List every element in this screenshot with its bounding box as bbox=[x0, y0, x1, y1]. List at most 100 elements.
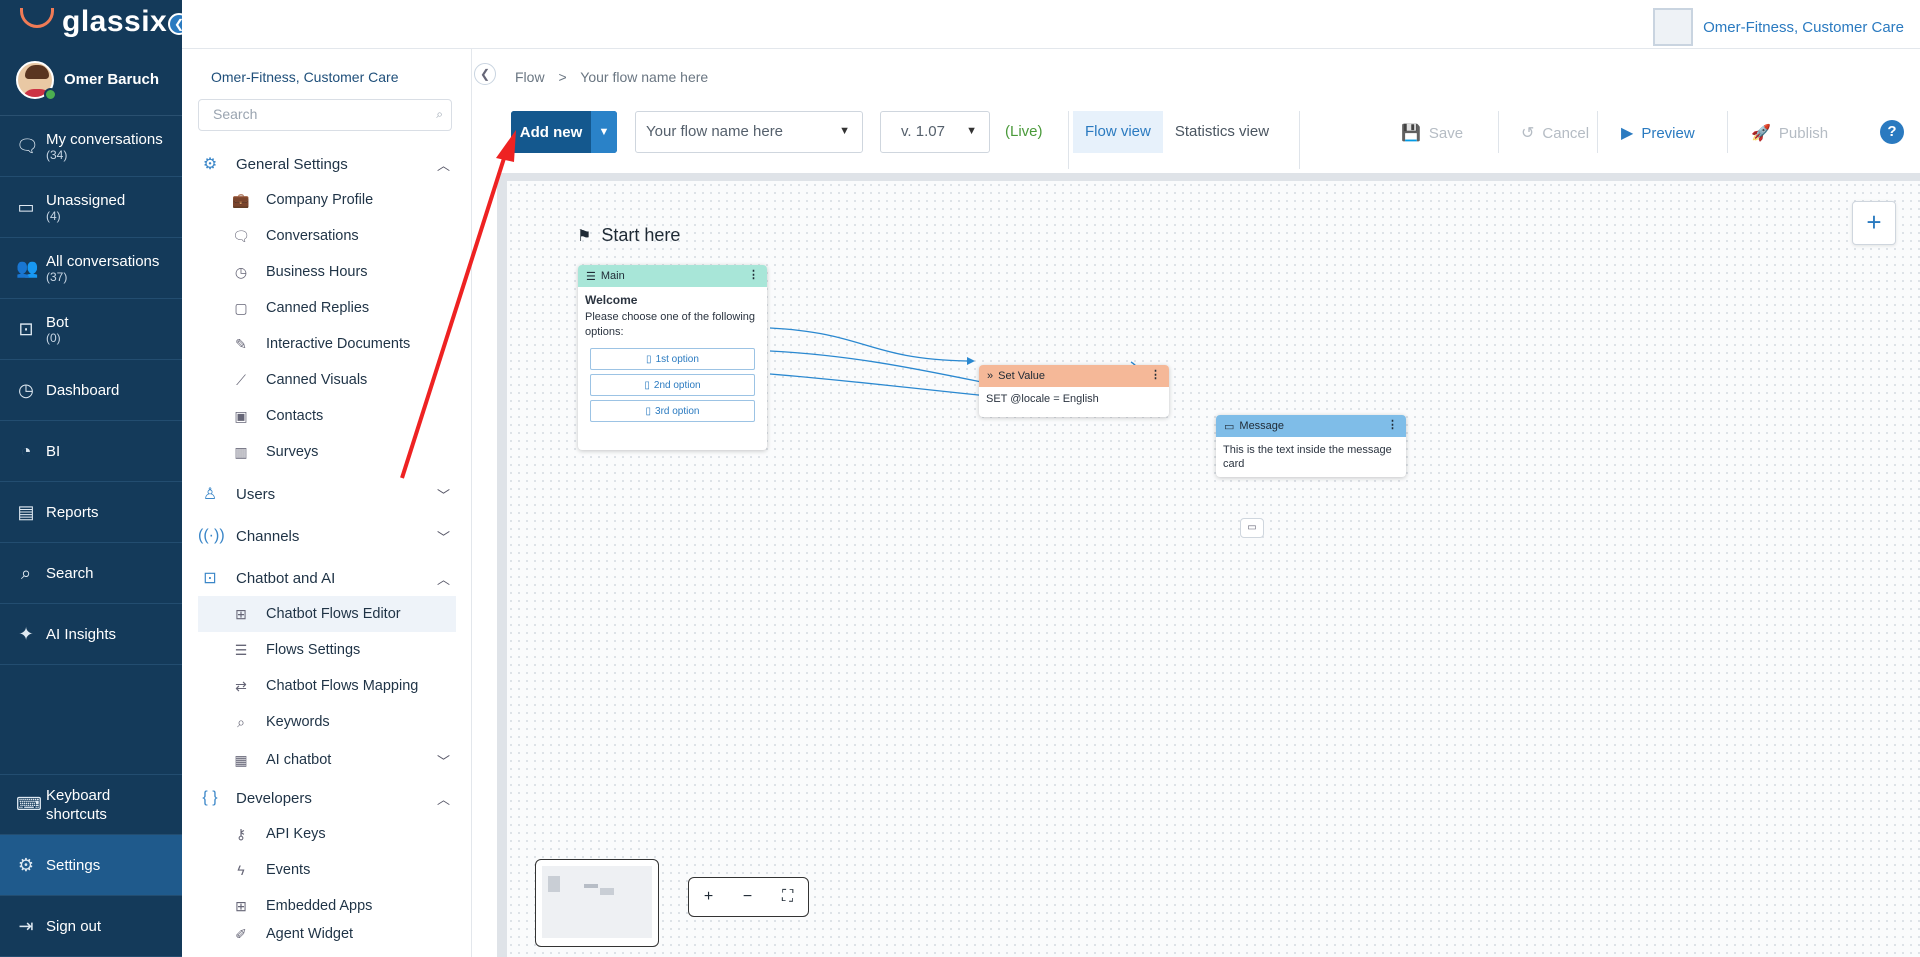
tab-statistics-view[interactable]: Statistics view bbox=[1163, 111, 1281, 153]
menu-chatbot-flows-mapping[interactable]: ⇄ Chatbot Flows Mapping bbox=[198, 668, 456, 704]
add-new-button[interactable]: Add new ▼ bbox=[511, 111, 617, 153]
menu-company-profile[interactable]: 💼 Company Profile bbox=[198, 182, 456, 218]
save-button[interactable]: 💾 Save bbox=[1401, 123, 1463, 143]
card-title: Set Value bbox=[998, 370, 1046, 382]
chat-icon: 🗨 bbox=[16, 135, 39, 156]
settings-panel: Omer-Fitness, Customer Care Search ⌕ ⚙ Ge… bbox=[182, 49, 472, 957]
add-node-button[interactable]: + bbox=[1852, 201, 1896, 245]
zoom-out-button[interactable]: − bbox=[743, 888, 752, 906]
nav-keyboard-shortcuts[interactable]: ⌨ Keyboard shortcuts bbox=[0, 774, 182, 835]
section-users[interactable]: ♙ Users ﹀ bbox=[198, 476, 456, 512]
nav-ai-insights[interactable]: ✦ AI Insights bbox=[0, 604, 182, 665]
menu-label: Surveys bbox=[266, 444, 319, 460]
section-developers[interactable]: { } Developers ︿ bbox=[198, 780, 456, 816]
cancel-button[interactable]: ↺ Cancel bbox=[1521, 123, 1589, 143]
chevron-up-icon: ︿ bbox=[436, 571, 450, 587]
chevron-down-icon: ﹀ bbox=[436, 529, 450, 545]
version-select[interactable]: v. 1.07 ▼ bbox=[880, 111, 990, 153]
gear-icon: ⚙ bbox=[17, 854, 35, 875]
settings-search-input[interactable]: Search ⌕ bbox=[198, 99, 452, 131]
card-header: » Set Value ⋮ bbox=[979, 365, 1169, 387]
org-switcher[interactable]: Omer-Fitness, Customer Care bbox=[1653, 8, 1904, 46]
divider bbox=[1068, 111, 1069, 169]
more-icon[interactable]: ⋮ bbox=[748, 268, 759, 281]
menu-embedded-apps[interactable]: ⊞ Embedded Apps bbox=[198, 888, 456, 924]
menu-agent-widget[interactable]: ✐ Agent Widget bbox=[198, 924, 456, 944]
menu-canned-visuals[interactable]: ⟋ Canned Visuals bbox=[198, 362, 456, 398]
flow-name-select[interactable]: Your flow name here ▼ bbox=[635, 111, 863, 153]
widget-icon: ✐ bbox=[235, 925, 247, 942]
doc-icon: ▯ bbox=[646, 353, 652, 365]
menu-keywords[interactable]: ⌕ Keywords bbox=[198, 704, 456, 740]
more-icon[interactable]: ⋮ bbox=[1387, 418, 1398, 431]
nav-dashboard[interactable]: ◷ Dashboard bbox=[0, 360, 182, 421]
sliders-icon: ☰ bbox=[234, 641, 248, 658]
menu-label: Flows Settings bbox=[266, 642, 361, 658]
add-new-label[interactable]: Add new bbox=[511, 111, 591, 153]
option-1[interactable]: ▯ 1st option bbox=[590, 348, 755, 370]
nav-my-conversations[interactable]: 🗨 My conversations (34) bbox=[0, 116, 182, 177]
add-connection-icon[interactable]: ▭ bbox=[1240, 518, 1264, 538]
search-icon: ⌕ bbox=[20, 562, 32, 583]
card-title: Message bbox=[1239, 420, 1285, 432]
menu-chatbot-flows-editor[interactable]: ⊞ Chatbot Flows Editor bbox=[198, 596, 456, 632]
user-profile[interactable]: Omer Baruch bbox=[0, 44, 182, 116]
option-2[interactable]: ▯ 2nd option bbox=[590, 374, 755, 396]
nav-unassigned[interactable]: ▭ Unassigned (4) bbox=[0, 177, 182, 238]
card-heading: Welcome bbox=[585, 293, 638, 307]
tab-flow-view[interactable]: Flow view bbox=[1073, 111, 1163, 153]
nav-label: Settings bbox=[46, 856, 101, 874]
menu-events[interactable]: ϟ Events bbox=[198, 852, 456, 888]
apps-icon: ⊞ bbox=[235, 897, 247, 914]
menu-contacts[interactable]: ▣ Contacts bbox=[198, 398, 456, 434]
section-label: Channels bbox=[236, 527, 300, 545]
menu-api-keys[interactable]: ⚷ API Keys bbox=[198, 816, 456, 852]
org-logo-icon bbox=[1653, 8, 1694, 46]
flow-toolbar: Add new ▼ Your flow name here ▼ v. 1.07 ▼ … bbox=[511, 111, 1904, 171]
flow-canvas[interactable]: + ⚑ Start here ☰ Main ⋮ Welcome Please choo… bbox=[497, 173, 1920, 957]
menu-label: Chatbot Flows Mapping bbox=[266, 678, 419, 694]
set-value-card[interactable]: » Set Value ⋮ SET @locale = English bbox=[979, 365, 1169, 417]
breadcrumb-flow[interactable]: Flow bbox=[515, 69, 545, 85]
chevron-up-icon: ︿ bbox=[436, 157, 450, 173]
menu-label: Conversations bbox=[266, 228, 359, 244]
caret-down-icon[interactable]: ▼ bbox=[591, 111, 617, 153]
section-channels[interactable]: ((·)) Channels ﹀ bbox=[198, 518, 456, 554]
user-icon: ♙ bbox=[202, 486, 218, 503]
menu-label: Canned Visuals bbox=[266, 372, 368, 388]
version-value: v. 1.07 bbox=[901, 123, 945, 140]
sparkle-icon: ✦ bbox=[18, 623, 34, 644]
menu-canned-replies[interactable]: ▢ Canned Replies bbox=[198, 290, 456, 326]
main-card[interactable]: ☰ Main ⋮ Welcome Please choose one of the … bbox=[578, 265, 767, 450]
menu-flows-settings[interactable]: ☰ Flows Settings bbox=[198, 632, 456, 668]
nav-all-conversations[interactable]: 👥 All conversations (37) bbox=[0, 238, 182, 299]
main-nav: glassix ❮ Omer Baruch 🗨 My conversations(… bbox=[0, 0, 190, 957]
nav-bot[interactable]: ⊡ Bot (0) bbox=[0, 299, 182, 360]
section-general-settings[interactable]: ⚙ General Settings ︿ bbox=[198, 146, 456, 182]
zoom-in-button[interactable]: + bbox=[704, 888, 713, 906]
chevrons-icon: » bbox=[987, 370, 994, 382]
menu-ai-chatbot[interactable]: ▦ AI chatbot ﹀ bbox=[198, 742, 456, 778]
more-icon[interactable]: ⋮ bbox=[1150, 368, 1161, 381]
menu-surveys[interactable]: ▥ Surveys bbox=[198, 434, 456, 470]
fit-view-button[interactable]: ⛶ bbox=[782, 888, 793, 906]
nav-reports[interactable]: ▤ Reports bbox=[0, 482, 182, 543]
chart-icon: ▥ bbox=[234, 443, 248, 460]
option-3[interactable]: ▯ 3rd option bbox=[590, 400, 755, 422]
section-chatbot-ai[interactable]: ⊡ Chatbot and AI ︿ bbox=[198, 560, 456, 596]
nav-bi[interactable]: ◔ BI bbox=[0, 421, 182, 482]
menu-interactive-documents[interactable]: ✎ Interactive Documents bbox=[198, 326, 456, 362]
publish-button[interactable]: 🚀 Publish bbox=[1751, 123, 1828, 143]
help-button[interactable]: ? bbox=[1880, 120, 1904, 144]
preview-button[interactable]: ▶ Preview bbox=[1621, 123, 1695, 143]
save-icon: 💾 bbox=[1401, 125, 1421, 142]
minimap[interactable] bbox=[535, 859, 659, 947]
nav-settings[interactable]: ⚙ Settings bbox=[0, 835, 182, 896]
search-placeholder: Search bbox=[213, 106, 258, 122]
message-card[interactable]: ▭ Message ⋮ This is the text inside the me… bbox=[1216, 415, 1406, 477]
nav-search[interactable]: ⌕ Search bbox=[0, 543, 182, 604]
menu-conversations[interactable]: 🗨 Conversations bbox=[198, 218, 456, 254]
collapse-panel-button[interactable]: ❮ bbox=[474, 63, 496, 85]
menu-business-hours[interactable]: ◷ Business Hours bbox=[198, 254, 456, 290]
nav-sign-out[interactable]: ⇥ Sign out bbox=[0, 896, 182, 957]
